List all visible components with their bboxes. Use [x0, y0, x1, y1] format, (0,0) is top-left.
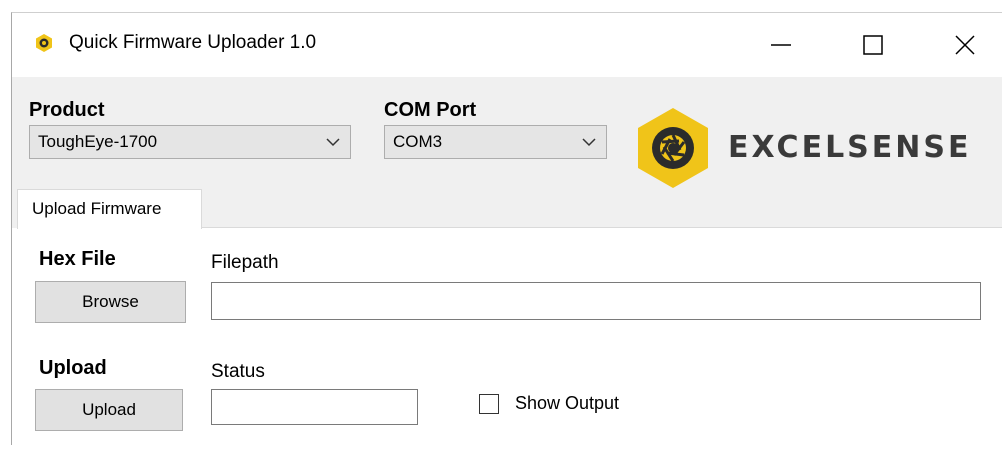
chevron-down-icon — [582, 138, 596, 147]
show-output-label[interactable]: Show Output — [515, 393, 619, 414]
hex-file-label: Hex File — [39, 248, 116, 270]
minimize-button[interactable] — [735, 13, 827, 77]
tab-upload-firmware[interactable]: Upload Firmware — [17, 189, 202, 229]
maximize-icon — [863, 35, 883, 55]
close-icon — [955, 35, 975, 55]
com-port-selected: COM3 — [393, 132, 443, 151]
app-window: Quick Firmware Uploader 1.0 Product Toug… — [11, 12, 1002, 446]
filepath-input[interactable] — [211, 282, 981, 320]
browse-button-label: Browse — [82, 292, 139, 311]
excelsense-logo-text: EXCELSENSE — [728, 130, 972, 165]
status-field — [211, 389, 418, 425]
app-icon — [36, 34, 52, 52]
status-label: Status — [211, 361, 265, 382]
upload-firmware-panel: Hex File Browse Filepath Upload Upload S… — [12, 228, 1002, 446]
upload-button-label: Upload — [82, 400, 136, 419]
close-button[interactable] — [919, 13, 1002, 77]
upload-section-label: Upload — [39, 357, 107, 379]
chevron-down-icon — [326, 138, 340, 147]
show-output-checkbox[interactable] — [479, 394, 499, 414]
excelsense-logo-icon — [638, 108, 708, 188]
minimize-icon — [771, 44, 791, 46]
product-dropdown[interactable]: ToughEye-1700 — [29, 125, 351, 159]
product-label: Product — [29, 99, 105, 121]
upload-button[interactable]: Upload — [35, 389, 183, 431]
product-selected: ToughEye-1700 — [38, 132, 158, 151]
maximize-button[interactable] — [827, 13, 919, 77]
com-port-dropdown[interactable]: COM3 — [384, 125, 607, 159]
com-port-label: COM Port — [384, 99, 477, 121]
browse-button[interactable]: Browse — [35, 281, 186, 323]
filepath-label: Filepath — [211, 252, 279, 273]
title-bar[interactable]: Quick Firmware Uploader 1.0 — [12, 13, 1002, 77]
tab-upload-firmware-label: Upload Firmware — [32, 199, 162, 218]
window-title: Quick Firmware Uploader 1.0 — [69, 32, 317, 53]
